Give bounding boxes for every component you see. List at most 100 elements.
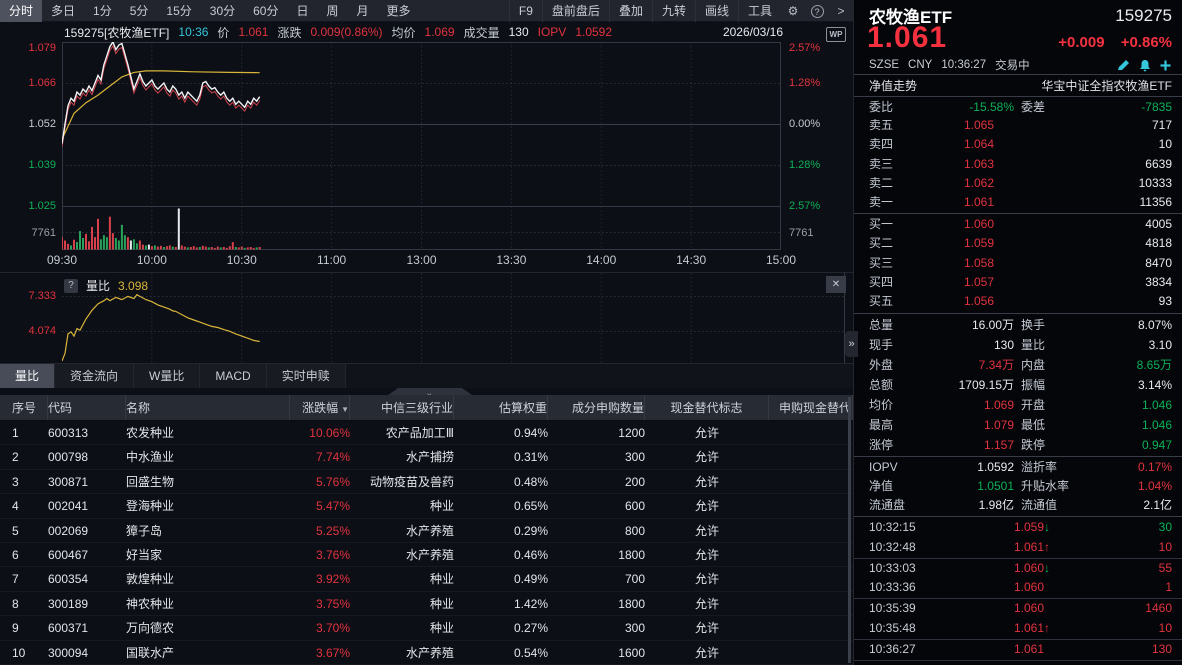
bid-row[interactable]: 买一1.0604005 xyxy=(854,215,1182,234)
y-axis-label: 1.079 xyxy=(0,41,56,55)
tab-item[interactable]: 资金流向 xyxy=(55,364,134,388)
tick-row[interactable]: 10:33:031.060↓55 xyxy=(854,559,1182,579)
menu-item[interactable]: 月 xyxy=(348,0,378,22)
menu-item[interactable]: 工具 xyxy=(738,0,781,22)
menu-item[interactable]: 画线 xyxy=(695,0,738,22)
menu-item[interactable]: 15分 xyxy=(157,0,200,22)
tick-row[interactable]: 10:32:151.059↓30 xyxy=(854,518,1182,538)
table-header-cell[interactable]: 代码 xyxy=(48,395,126,420)
ask-row[interactable]: 卖一1.06111356 xyxy=(854,193,1182,212)
tick-row[interactable]: 10:36:271.061130 xyxy=(854,640,1182,660)
stat-row: 总额1709.15万振幅3.14% xyxy=(854,375,1182,395)
tick-row[interactable]: 10:32:481.061↑10 xyxy=(854,538,1182,558)
indicator-chart-canvas[interactable] xyxy=(62,273,845,364)
panel-expand-handle[interactable]: » xyxy=(845,331,858,357)
tick-divider xyxy=(854,660,1182,661)
add-plus-icon[interactable] xyxy=(1159,59,1172,72)
tick-row[interactable]: 10:35:391.0601460 xyxy=(854,599,1182,619)
stat-label: 总量 xyxy=(869,315,929,335)
settings-gear-icon[interactable]: ⚙ xyxy=(781,0,805,22)
bid-row[interactable]: 买四1.0573834 xyxy=(854,273,1182,292)
price-value: 1.061 xyxy=(238,25,268,39)
ask-row[interactable]: 卖四1.06410 xyxy=(854,135,1182,154)
tab-selected[interactable]: 量比 xyxy=(0,364,55,388)
time-axis-tick: 10:30 xyxy=(227,253,257,267)
table-scrollbar[interactable] xyxy=(848,397,851,663)
table-header-cell[interactable]: 申购现金替代 xyxy=(769,395,853,420)
stat-row: 总量16.00万换手8.07% xyxy=(854,315,1182,335)
change-cell: 3.75% xyxy=(290,592,350,615)
ask-row[interactable]: 卖三1.0636639 xyxy=(854,155,1182,174)
panel-collapse-handle[interactable]: » xyxy=(388,388,472,395)
tick-volume: 10 xyxy=(1060,619,1172,639)
table-row[interactable]: 9600371万向德农3.70%种业0.27%300允许 xyxy=(0,616,853,640)
menu-item[interactable]: 60分 xyxy=(244,0,287,22)
menu-item[interactable]: 5分 xyxy=(121,0,158,22)
ask-row[interactable]: 卖五1.065717 xyxy=(854,116,1182,135)
constituents-table: 序号代码名称涨跌幅▼中信三级行业估算权重成分申购数量现金替代标志申购现金替代16… xyxy=(0,395,853,665)
menu-item[interactable]: 盘前盘后 xyxy=(542,0,609,22)
change-label: 涨跌 xyxy=(277,24,301,41)
stat-row: 净值1.0501升贴水率1.04% xyxy=(854,477,1182,496)
weight-cell: 0.46% xyxy=(454,543,548,566)
indicator-close-icon[interactable]: ✕ xyxy=(826,276,846,293)
indicator-panel[interactable]: ? 量比 3.098 ✕ 7.3334.074 xyxy=(0,272,853,363)
table-row[interactable]: 3300871回盛生物5.76%动物疫苗及兽药0.48%200允许 xyxy=(0,470,853,494)
sort-descending-icon: ▼ xyxy=(341,405,349,414)
table-header-cell[interactable]: 涨跌幅▼ xyxy=(290,395,350,420)
chevron-right-icon[interactable]: > xyxy=(829,0,853,22)
menu-item[interactable]: 30分 xyxy=(201,0,244,22)
help-icon[interactable]: ? xyxy=(805,0,829,22)
stat-label: 均价 xyxy=(869,395,929,415)
industry-cell: 种业 xyxy=(350,592,454,615)
indicator-help-icon[interactable]: ? xyxy=(64,279,78,293)
nav-trend-label[interactable]: 净值走势 xyxy=(869,78,917,95)
table-row[interactable]: 6600467好当家3.76%水产养殖0.46%1800允许 xyxy=(0,543,853,567)
intraday-chart-canvas[interactable] xyxy=(62,42,781,250)
stat-label: 内盘 xyxy=(1014,355,1102,375)
menu-item[interactable]: 九转 xyxy=(652,0,695,22)
tick-row[interactable]: 10:35:481.061↑10 xyxy=(854,619,1182,639)
menu-item[interactable]: F9 xyxy=(509,0,542,22)
tick-row[interactable]: 10:33:361.0601 xyxy=(854,578,1182,598)
stat-value: 16.00万 xyxy=(929,315,1014,335)
bid-row[interactable]: 买二1.0594818 xyxy=(854,234,1182,253)
indicator-tabbar: 量比资金流向W量比MACD实时申赎 xyxy=(0,363,853,388)
table-header-cell[interactable]: 现金替代标志 xyxy=(645,395,769,420)
table-row[interactable]: 8300189神农种业3.75%种业1.42%1800允许 xyxy=(0,592,853,616)
table-row[interactable]: 7600354敦煌种业3.92%种业0.49%700允许 xyxy=(0,567,853,591)
cash-substitute-cell xyxy=(769,567,853,590)
stat-label: 现手 xyxy=(869,335,929,355)
menu-item[interactable]: 1分 xyxy=(84,0,121,22)
intraday-chart[interactable]: 1.0791.0661.0521.0391.0252.57%1.28%0.00%… xyxy=(0,42,853,250)
bid-row[interactable]: 买五1.05693 xyxy=(854,292,1182,311)
y-axis-percent-label: 1.28% xyxy=(789,76,849,90)
wp-window-icon[interactable]: WP xyxy=(826,27,846,42)
stat-value: 1.0501 xyxy=(929,477,1014,496)
table-row[interactable]: 2000798中水渔业7.74%水产捕捞0.31%300允许 xyxy=(0,445,853,469)
table-row[interactable]: 1600313农发种业10.06%农产品加工Ⅲ0.94%1200允许 xyxy=(0,421,853,445)
avg-value: 1.069 xyxy=(425,25,455,39)
menu-item[interactable]: 周 xyxy=(318,0,348,22)
tab-item[interactable]: 实时申赎 xyxy=(267,364,346,388)
ask-row[interactable]: 卖二1.06210333 xyxy=(854,174,1182,193)
menu-item[interactable]: 日 xyxy=(287,0,317,22)
menu-item[interactable]: 分时 xyxy=(0,0,42,22)
menu-item[interactable]: 更多 xyxy=(378,0,420,22)
tab-item[interactable]: W量比 xyxy=(134,364,200,388)
menu-item[interactable]: 叠加 xyxy=(609,0,652,22)
table-header-cell[interactable]: 估算权重 xyxy=(454,395,548,420)
edit-pencil-icon[interactable] xyxy=(1116,59,1131,72)
table-row[interactable]: 10300094国联水产3.67%水产养殖0.54%1600允许 xyxy=(0,641,853,665)
tab-item[interactable]: MACD xyxy=(200,364,266,388)
quantity-cell: 600 xyxy=(548,494,645,517)
alert-bell-icon[interactable] xyxy=(1138,59,1152,72)
menu-item[interactable]: 多日 xyxy=(42,0,84,22)
table-header-cell[interactable]: 中信三级行业 xyxy=(350,395,454,420)
bid-row[interactable]: 买三1.0588470 xyxy=(854,254,1182,273)
table-header-cell[interactable]: 序号 xyxy=(0,395,48,420)
table-header-cell[interactable]: 成分申购数量 xyxy=(548,395,645,420)
table-row[interactable]: 4002041登海种业5.47%种业0.65%600允许 xyxy=(0,494,853,518)
table-header-cell[interactable]: 名称 xyxy=(126,395,290,420)
table-row[interactable]: 5002069獐子岛5.25%水产养殖0.29%800允许 xyxy=(0,519,853,543)
